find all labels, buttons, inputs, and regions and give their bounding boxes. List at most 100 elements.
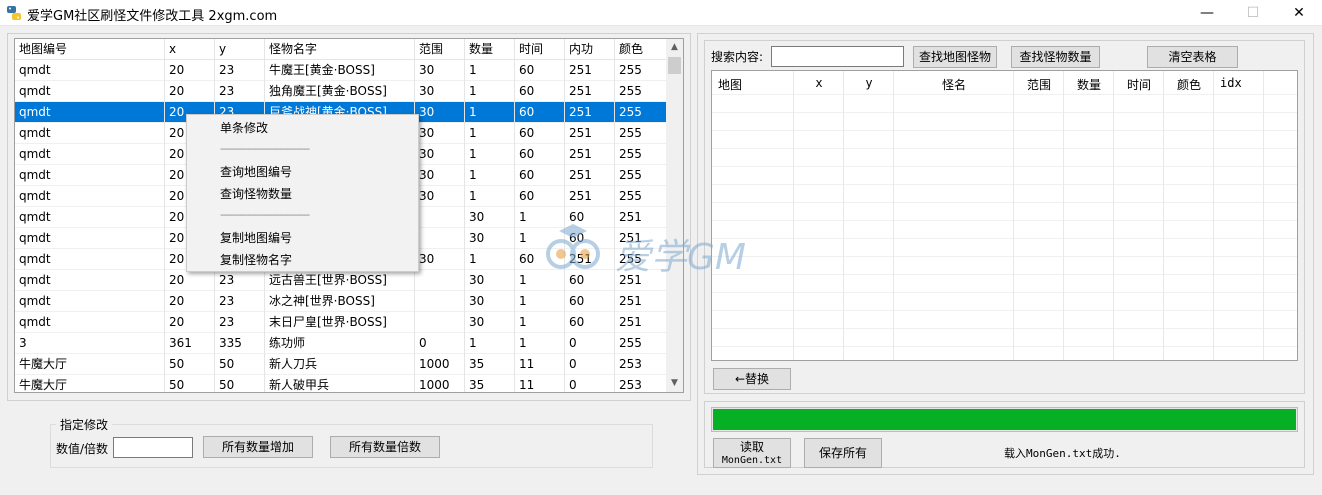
scroll-thumb[interactable] — [668, 57, 681, 74]
result-column-header[interactable]: y — [844, 76, 894, 90]
menu-separator: ------------------------------ — [220, 142, 310, 155]
table-cell: 1 — [465, 123, 515, 144]
search-results-table[interactable]: 地图 x y 怪名 范围 数量 时间 颜色 idx — [711, 70, 1298, 361]
result-column-header[interactable]: idx — [1220, 76, 1242, 90]
replace-button[interactable]: ←替换 — [713, 368, 791, 390]
table-cell: 251 — [615, 312, 667, 333]
table-header-row[interactable]: 地图编号 x y 怪物名字 范围 数量 时间 内功 颜色 — [15, 39, 667, 60]
menu-item-query-map[interactable]: 查询地图编号 — [220, 162, 292, 182]
table-cell: 23 — [215, 60, 265, 81]
table-cell: 251 — [565, 186, 615, 207]
table-scrollbar[interactable]: ▲ ▼ — [666, 39, 683, 392]
table-cell: 0 — [565, 354, 615, 375]
result-column-header[interactable]: 范围 — [1014, 76, 1064, 93]
scroll-down-icon[interactable]: ▼ — [666, 375, 683, 392]
result-column-header[interactable]: 颜色 — [1164, 76, 1214, 93]
owl-logo-icon — [546, 224, 600, 269]
table-cell: 独角魔王[黄金·BOSS] — [265, 81, 415, 102]
python-app-icon — [7, 6, 21, 20]
table-cell: 30 — [465, 270, 515, 291]
menu-item-copy-map[interactable]: 复制地图编号 — [220, 228, 292, 248]
column-header[interactable]: 内功 — [565, 39, 615, 60]
column-header[interactable]: 颜色 — [615, 39, 667, 60]
find-monster-count-button[interactable]: 查找怪物数量 — [1011, 46, 1100, 68]
table-cell: 23 — [215, 291, 265, 312]
table-cell: 0 — [565, 375, 615, 392]
save-all-button[interactable]: 保存所有 — [804, 438, 882, 468]
table-cell: 1 — [465, 165, 515, 186]
watermark: 爱学GM — [543, 222, 746, 281]
column-header[interactable]: y — [215, 39, 265, 60]
table-cell: 牛魔大厅 — [15, 354, 165, 375]
table-cell: 255 — [615, 333, 667, 354]
table-cell: 255 — [615, 123, 667, 144]
find-map-monster-button[interactable]: 查找地图怪物 — [913, 46, 997, 68]
table-cell: qmdt — [15, 165, 165, 186]
scroll-up-icon[interactable]: ▲ — [666, 39, 683, 56]
result-column-header[interactable]: 怪名 — [894, 76, 1014, 93]
table-cell: 20 — [165, 270, 215, 291]
table-cell: 20 — [165, 312, 215, 333]
column-header[interactable]: 地图编号 — [15, 39, 165, 60]
maximize-button[interactable]: ☐ — [1230, 0, 1276, 26]
result-column — [1064, 71, 1114, 360]
column-header[interactable]: 时间 — [515, 39, 565, 60]
search-input[interactable] — [771, 46, 904, 67]
read-mongen-button[interactable]: 读取 MonGen.txt — [713, 438, 791, 468]
result-column — [1164, 71, 1214, 360]
table-row[interactable]: 牛魔大厅 50 50 新人刀兵 1000 35 11 0 253 — [15, 354, 667, 375]
table-cell: 23 — [215, 270, 265, 291]
result-column-header[interactable]: 地图 — [718, 76, 742, 93]
watermark-text: 爱学GM — [615, 237, 746, 278]
table-row[interactable]: 3 361 335 练功师 0 1 1 0 255 — [15, 333, 667, 354]
table-row[interactable]: qmdt 20 23 末日尸皇[世界·BOSS] 30 1 60 251 — [15, 312, 667, 333]
table-cell: 1000 — [415, 375, 465, 392]
table-cell: 251 — [615, 291, 667, 312]
table-cell: 60 — [515, 81, 565, 102]
table-row[interactable]: qmdt 20 23 独角魔王[黄金·BOSS] 30 1 60 251 255 — [15, 81, 667, 102]
table-cell: 1 — [465, 60, 515, 81]
table-cell: 30 — [465, 207, 515, 228]
table-cell: 20 — [165, 60, 215, 81]
table-cell: 1 — [465, 186, 515, 207]
close-button[interactable]: ✕ — [1276, 0, 1322, 26]
table-cell: qmdt — [15, 60, 165, 81]
result-column-header[interactable]: 数量 — [1064, 76, 1114, 93]
menu-item-edit-single[interactable]: 单条修改 — [220, 118, 268, 138]
table-cell: 1000 — [415, 354, 465, 375]
table-row[interactable]: 牛魔大厅 50 50 新人破甲兵 1000 35 11 0 253 — [15, 375, 667, 392]
increase-all-button[interactable]: 所有数量增加 — [203, 436, 313, 458]
table-cell: 60 — [515, 186, 565, 207]
table-cell: 251 — [565, 165, 615, 186]
result-column — [1114, 71, 1164, 360]
menu-item-copy-name[interactable]: 复制怪物名字 — [220, 250, 292, 270]
table-cell: 0 — [415, 333, 465, 354]
table-cell: 1 — [515, 333, 565, 354]
column-header[interactable]: 范围 — [415, 39, 465, 60]
result-column-header[interactable]: x — [794, 76, 844, 90]
table-cell: qmdt — [15, 186, 165, 207]
clear-table-button[interactable]: 清空表格 — [1147, 46, 1238, 68]
table-cell — [415, 228, 465, 249]
result-column-header[interactable]: 时间 — [1114, 76, 1164, 93]
table-cell: 60 — [515, 144, 565, 165]
table-cell: 60 — [515, 123, 565, 144]
result-column — [712, 71, 794, 360]
table-row[interactable]: qmdt 20 23 牛魔王[黄金·BOSS] 30 1 60 251 255 — [15, 60, 667, 81]
table-cell: qmdt — [15, 228, 165, 249]
minimize-button[interactable]: — — [1184, 0, 1230, 26]
table-cell: 251 — [565, 81, 615, 102]
column-header[interactable]: 数量 — [465, 39, 515, 60]
table-cell: 60 — [515, 165, 565, 186]
multiply-all-button[interactable]: 所有数量倍数 — [330, 436, 440, 458]
table-cell: 361 — [165, 333, 215, 354]
table-cell: 11 — [515, 375, 565, 392]
menu-item-query-count[interactable]: 查询怪物数量 — [220, 184, 292, 204]
progress-bar — [711, 407, 1298, 432]
column-header[interactable]: 怪物名字 — [265, 39, 415, 60]
column-header[interactable]: x — [165, 39, 215, 60]
table-cell: 3 — [15, 333, 165, 354]
table-row[interactable]: qmdt 20 23 冰之神[世界·BOSS] 30 1 60 251 — [15, 291, 667, 312]
value-input[interactable] — [113, 437, 193, 458]
table-cell: 1 — [465, 81, 515, 102]
